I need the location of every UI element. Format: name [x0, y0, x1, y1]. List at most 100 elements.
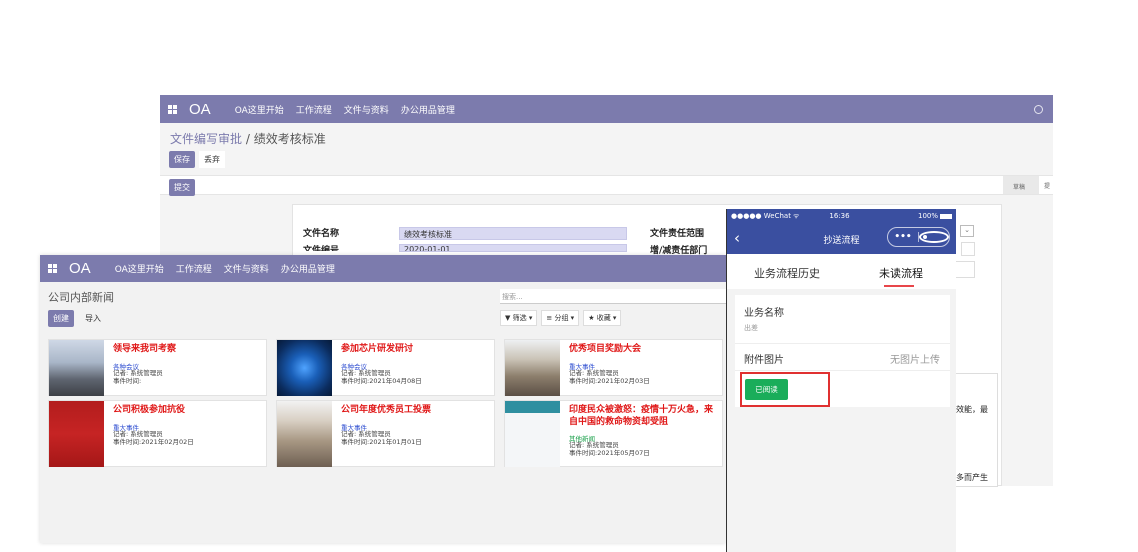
news-reporter: 记者: 系统管理员 — [341, 430, 391, 438]
news-thumbnail — [49, 340, 104, 396]
apps-grid-icon[interactable] — [48, 264, 57, 273]
discard-button[interactable]: 丢弃 — [199, 151, 225, 168]
process-detail-panel: 业务名称 出差 附件图片 无图片上传 已阅读 — [735, 295, 950, 407]
miniprogram-capsule: ••• — [887, 227, 950, 247]
news-reporter: 记者: 系统管理员 — [113, 430, 163, 438]
tab-history[interactable]: 业务流程历史 — [754, 265, 820, 281]
news-reporter: 记者: 系统管理员 — [113, 369, 163, 377]
row-divider — [735, 370, 950, 371]
content-text-2: 多而产生 — [956, 473, 988, 482]
page-title: 公司内部新闻 — [48, 291, 114, 304]
stage-next[interactable]: 提 — [1044, 181, 1050, 190]
action-buttons: 创建 导入 — [48, 310, 106, 327]
save-button[interactable]: 保存 — [169, 151, 195, 168]
file-no-label: 文件编号 — [303, 246, 340, 251]
top-navbar: OA OA这里开始 工作流程 文件与资料 办公用品管理 — [40, 255, 726, 282]
phone-navbar: ‹ 抄送流程 ••• — [727, 223, 956, 254]
highlight-box — [740, 372, 830, 407]
news-card[interactable]: 公司年度优秀员工投票 重大事件 记者: 系统管理员 事件时间:2021年01月0… — [276, 400, 495, 467]
brand-logo[interactable]: OA — [69, 260, 91, 277]
news-card[interactable]: 领导来我司考察 各种会议 记者: 系统管理员 事件时间: — [48, 339, 267, 396]
news-reporter: 记者: 系统管理员 — [569, 441, 619, 449]
news-thumbnail — [505, 340, 560, 396]
news-title[interactable]: 印度民众被激怒：疫情十万火急，来自中国的救命物资却受阻 — [569, 404, 721, 428]
news-reporter: 记者: 系统管理员 — [569, 369, 619, 377]
menu-office-supplies[interactable]: 办公用品管理 — [281, 262, 335, 275]
breadcrumb-parent[interactable]: 文件编写审批 — [170, 132, 242, 146]
mobile-wechat-view: ●●●●● WeChat ᯤ 16:36 100% ‹ 抄送流程 ••• 业务流… — [726, 209, 956, 552]
news-thumbnail — [277, 401, 332, 467]
news-title[interactable]: 优秀项目奖励大会 — [569, 343, 721, 355]
biz-name-label: 业务名称 — [744, 308, 784, 319]
row-divider — [735, 343, 950, 344]
active-tab-indicator — [884, 285, 914, 287]
news-window: OA OA这里开始 工作流程 文件与资料 办公用品管理 公司内部新闻 创建 导入… — [40, 255, 726, 543]
filter-bar: ▼ 筛选 ▾ ≡ 分组 ▾ ★ 收藏 ▾ — [500, 310, 622, 326]
news-title[interactable]: 公司积极参加抗役 — [113, 404, 265, 416]
wifi-icon: ᯤ — [792, 211, 800, 220]
apps-grid-icon[interactable] — [168, 104, 177, 114]
menu-office-supplies[interactable]: 办公用品管理 — [401, 103, 455, 116]
filter-button[interactable]: ▼ 筛选 ▾ — [500, 310, 538, 326]
biz-name-value: 出差 — [744, 324, 758, 332]
menu-documents[interactable]: 文件与资料 — [344, 103, 389, 116]
submit-button[interactable]: 提交 — [169, 179, 195, 196]
import-button[interactable]: 导入 — [80, 310, 106, 327]
news-time: 事件时间:2021年04月08日 — [341, 377, 422, 385]
status-time: 16:36 — [829, 212, 850, 220]
close-ring-icon — [919, 231, 949, 243]
attachment-value: 无图片上传 — [890, 355, 940, 366]
phone-status-bar: ●●●●● WeChat ᯤ 16:36 100% — [727, 209, 956, 223]
dept-dropdown[interactable] — [961, 242, 975, 256]
close-miniprogram-button[interactable] — [919, 228, 949, 246]
create-button[interactable]: 创建 — [48, 310, 74, 327]
phone-tabs: 业务流程历史 未读流程 — [727, 254, 956, 289]
news-thumbnail — [505, 401, 560, 467]
carrier-label: ●●●●● WeChat — [731, 212, 791, 220]
news-time: 事件时间:2021年02月03日 — [569, 377, 650, 385]
news-title[interactable]: 参加芯片研发研讨 — [341, 343, 493, 355]
group-button[interactable]: ≡ 分组 ▾ — [541, 310, 580, 326]
save-bar: 保存 丢弃 — [169, 151, 225, 168]
attachment-label: 附件图片 — [744, 355, 784, 366]
tab-unread[interactable]: 未读流程 — [879, 265, 923, 281]
news-card[interactable]: 优秀项目奖励大会 重大事件 记者: 系统管理员 事件时间:2021年02月03日 — [504, 339, 723, 396]
breadcrumb-current: 绩效考核标准 — [253, 132, 326, 146]
menu-documents[interactable]: 文件与资料 — [224, 262, 269, 275]
menu-workflow[interactable]: 工作流程 — [176, 262, 212, 275]
status-bar: 提交 草稿 提 — [160, 175, 1053, 196]
content-editor[interactable] — [953, 373, 998, 487]
brand-logo[interactable]: OA — [189, 101, 211, 118]
file-no-field[interactable]: 2020-01-01 — [399, 244, 627, 252]
content-text-1: 效能，最 — [956, 405, 988, 414]
news-time: 事件时间:2021年05月07日 — [569, 449, 650, 457]
file-name-field[interactable]: 绩效考核标准 — [399, 227, 627, 240]
breadcrumb: 文件编写审批 / 绩效考核标准 — [170, 130, 326, 147]
search-input[interactable]: 搜索... — [500, 289, 726, 304]
news-card[interactable]: 印度民众被激怒：疫情十万火急，来自中国的救命物资却受阻 其他新闻 记者: 系统管… — [504, 400, 723, 467]
menu-oa-start[interactable]: OA这里开始 — [235, 103, 284, 116]
news-time: 事件时间: — [113, 377, 142, 385]
menu-workflow[interactable]: 工作流程 — [296, 103, 332, 116]
favorite-button[interactable]: ★ 收藏 ▾ — [583, 310, 622, 326]
top-navbar: OA OA这里开始 工作流程 文件与资料 办公用品管理 — [160, 95, 1053, 123]
news-thumbnail — [277, 340, 332, 396]
news-title[interactable]: 领导来我司考察 — [113, 343, 265, 355]
scope-label: 文件责任范围 — [650, 229, 705, 239]
news-reporter: 记者: 系统管理员 — [341, 369, 391, 377]
battery-icon — [940, 213, 952, 219]
file-name-label: 文件名称 — [303, 229, 340, 239]
news-thumbnail — [49, 401, 104, 467]
news-time: 事件时间:2021年01月01日 — [341, 438, 422, 446]
breadcrumb-separator: / — [242, 132, 254, 146]
news-card[interactable]: 公司积极参加抗役 重大事件 记者: 系统管理员 事件时间:2021年02月02日 — [48, 400, 267, 467]
clock-icon[interactable] — [1034, 104, 1043, 114]
news-time: 事件时间:2021年02月02日 — [113, 438, 194, 446]
news-title[interactable]: 公司年度优秀员工投票 — [341, 404, 493, 416]
scope-dropdown-icon[interactable]: ⌄ — [960, 225, 974, 237]
battery-label: 100% — [917, 212, 938, 220]
news-card[interactable]: 参加芯片研发研讨 各种会议 记者: 系统管理员 事件时间:2021年04月08日 — [276, 339, 495, 396]
stage-draft[interactable]: 草稿 — [1003, 176, 1039, 194]
more-dots-icon[interactable]: ••• — [888, 228, 918, 246]
menu-oa-start[interactable]: OA这里开始 — [115, 262, 164, 275]
